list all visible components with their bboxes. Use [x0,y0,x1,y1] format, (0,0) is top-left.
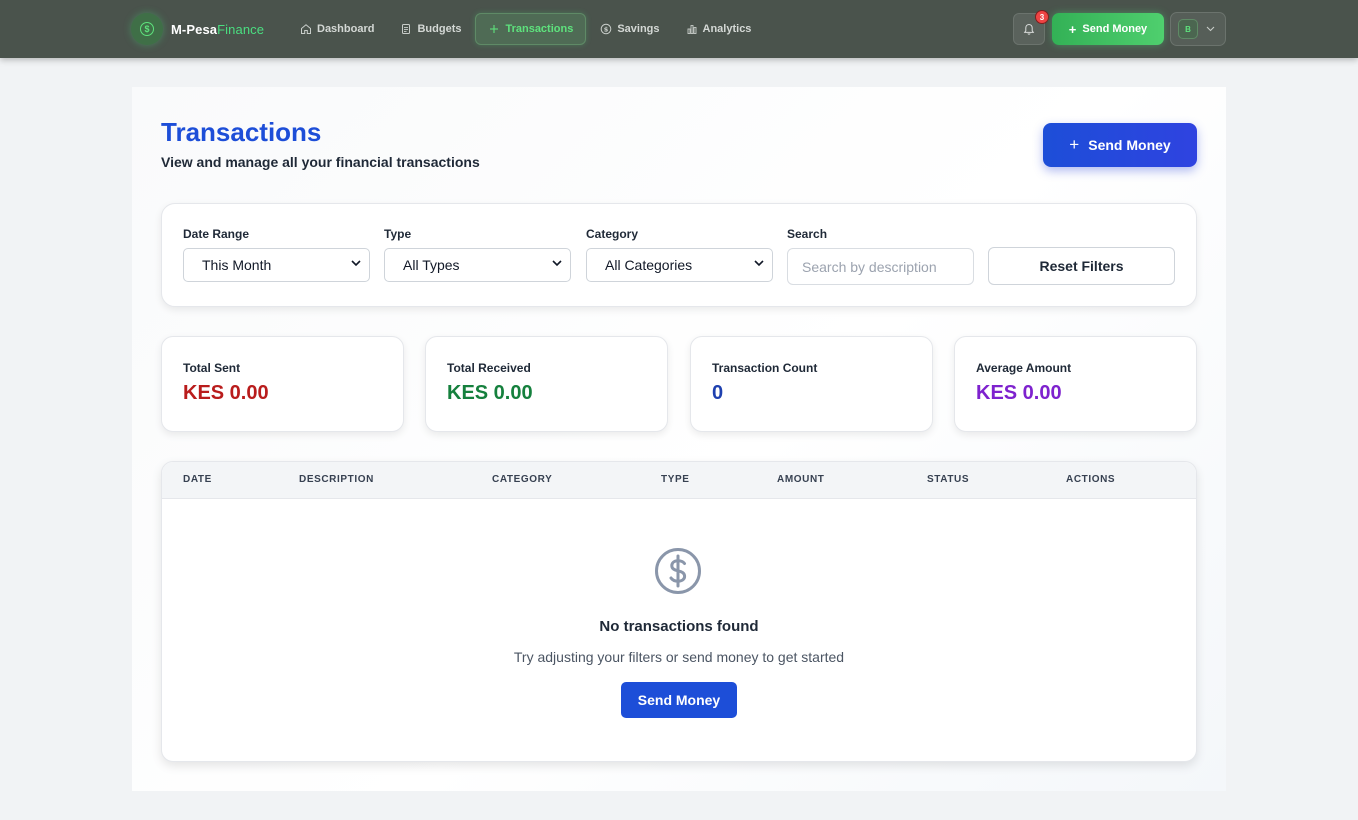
date-range-select[interactable]: This Month [183,248,370,282]
bar-chart-icon [686,23,698,35]
dollar-circle-icon: $ [600,23,612,35]
average-amount-value: KES 0.00 [976,382,1062,404]
transaction-count-label: Transaction Count [712,361,818,375]
notification-count-badge: 3 [1035,10,1049,24]
nav-transactions-label: Transactions [505,23,574,35]
nav-dashboard-label: Dashboard [317,23,375,35]
table-header: DATE DESCRIPTION CATEGORY TYPE AMOUNT ST… [162,462,1196,499]
total-sent-value: KES 0.00 [183,382,269,404]
nav-analytics-label: Analytics [702,23,752,35]
nav-savings[interactable]: $ Savings [588,13,671,45]
total-received-label: Total Received [447,361,531,375]
send-money-label: Send Money [1088,137,1171,153]
date-range-label: Date Range [183,227,250,241]
chevron-down-icon [552,260,562,267]
column-date[interactable]: DATE [183,474,212,485]
brand-accent: Finance [217,21,265,37]
notifications-button[interactable]: 3 [1013,10,1049,45]
transaction-count-value: 0 [712,382,724,404]
average-amount-card: Average Amount KES 0.00 [954,336,1197,432]
filters-card: Date Range This Month Type All Types Cat… [161,203,1197,307]
category-select[interactable]: All Categories [586,248,773,282]
nav-transactions[interactable]: Transactions [475,13,587,45]
main-nav: Dashboard Budgets Transactions $ Savings… [288,13,765,45]
column-amount[interactable]: AMOUNT [777,474,824,485]
top-send-money-label: Send Money [1082,23,1148,35]
nav-savings-label: Savings [617,23,660,35]
home-icon [300,23,312,35]
bell-icon [1023,23,1035,35]
nav-dashboard[interactable]: Dashboard [288,13,386,45]
page-subtitle: View and manage all your financial trans… [161,154,480,170]
page-title: Transactions [161,117,322,147]
plus-icon: + [1068,21,1077,37]
column-category[interactable]: CATEGORY [492,474,552,485]
column-actions: ACTIONS [1066,474,1116,485]
type-select[interactable]: All Types [384,248,571,282]
type-label: Type [384,227,412,241]
empty-state-subtitle: Try adjusting your filters or send money… [513,649,845,665]
plus-icon [488,23,500,35]
top-navbar: $ M-PesaFinance Dashboard Budgets Transa… [0,0,1358,58]
send-money-button[interactable]: + Send Money [1043,123,1197,167]
nav-budgets[interactable]: Budgets [388,13,473,45]
total-received-value: KES 0.00 [447,382,533,404]
category-label: Category [586,227,639,241]
search-label: Search [787,227,828,241]
reset-filters-button[interactable]: Reset Filters [988,247,1175,285]
chevron-down-icon [754,260,764,267]
search-input[interactable] [787,248,974,285]
average-amount-label: Average Amount [976,361,1072,375]
chevron-down-icon [1206,26,1215,32]
total-sent-label: Total Sent [183,361,241,375]
total-received-card: Total Received KES 0.00 [425,336,668,432]
nav-analytics[interactable]: Analytics [674,13,764,45]
column-type[interactable]: TYPE [661,474,690,485]
dollar-circle-icon: $ [131,13,163,45]
avatar: B [1178,19,1198,39]
brand-name: M-PesaFinance [171,21,265,37]
plus-icon: + [1069,135,1080,154]
transactions-page: Transactions View and manage all your fi… [132,87,1226,791]
svg-text:$: $ [604,25,609,33]
document-icon [400,23,412,35]
column-description[interactable]: DESCRIPTION [299,474,374,485]
dollar-circle-icon [655,548,701,594]
chevron-down-icon [351,260,361,267]
type-value: All Types [403,257,460,273]
transactions-table: DATE DESCRIPTION CATEGORY TYPE AMOUNT ST… [161,461,1197,762]
empty-send-money-button[interactable]: Send Money [621,682,737,718]
column-status[interactable]: STATUS [927,474,969,485]
brand[interactable]: $ M-PesaFinance [131,13,264,45]
empty-state-title: No transactions found [599,618,759,635]
nav-budgets-label: Budgets [417,23,462,35]
user-menu-button[interactable]: B [1170,12,1226,46]
date-range-value: This Month [202,257,272,273]
total-sent-card: Total Sent KES 0.00 [161,336,404,432]
category-value: All Categories [605,257,693,273]
top-send-money-button[interactable]: + Send Money [1052,13,1164,45]
transaction-count-card: Transaction Count 0 [690,336,933,432]
